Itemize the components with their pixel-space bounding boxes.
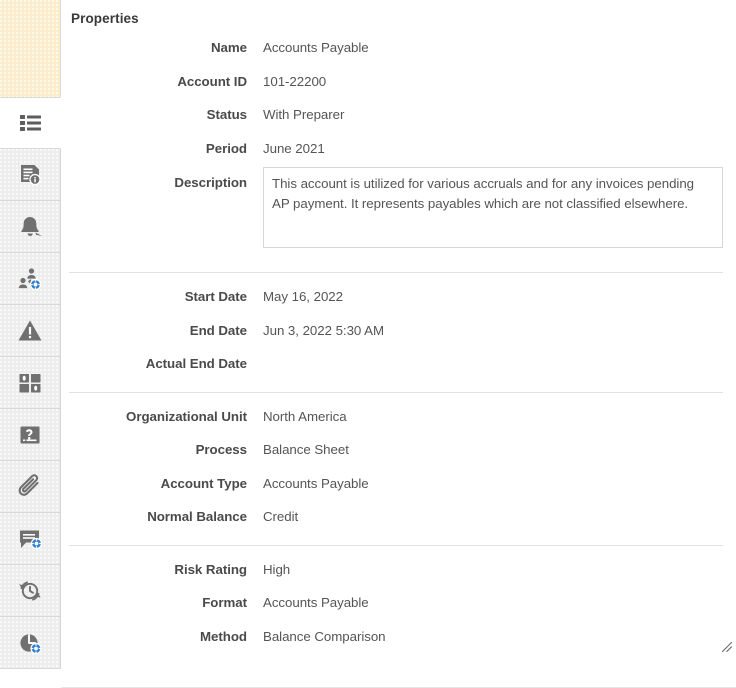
field-row-name: Name Accounts Payable [61,33,736,67]
field-value: North America [263,408,347,424]
comment-add-icon [15,524,45,554]
sidebar-tab-history[interactable] [0,565,61,617]
field-label: Description [174,175,247,190]
field-label: Name [210,40,247,55]
field-row-normal-balance: Normal Balance Credit [61,502,736,536]
field-label: Account Type [160,475,247,491]
sidebar-tab-properties[interactable] [0,97,61,149]
field-label: Start Date [184,289,247,304]
field-value: Credit [263,509,299,524]
section-risk: Risk Rating High Format Accounts Payable… [61,555,736,656]
field-row-organizational-unit: Organizational Unit North America [61,402,736,436]
sidebar-tab-warnings[interactable] [0,305,61,357]
sidebar-tab-workflow[interactable] [0,253,61,305]
sidebar-tab-instructions[interactable] [0,149,61,201]
field-label: Organizational Unit [126,408,247,424]
field-label: Format [202,595,247,610]
field-label: Risk Rating [174,561,247,577]
clock-refresh-icon [15,576,45,606]
section-divider [69,544,723,546]
field-row-process: Process Balance Sheet [61,435,736,469]
page-title: Properties [71,11,139,26]
paperclip-icon [15,472,45,502]
field-row-account-id: Account ID 101-22200 [61,67,736,101]
rail-banner [0,0,61,97]
sidebar-tab-schedule[interactable] [0,617,61,669]
field-row-format: Format Accounts Payable [61,588,736,622]
left-icon-rail [0,0,61,688]
field-value: 101-22200 [263,73,327,89]
field-row-end-date: End Date Jun 3, 2022 5:30 AM [61,316,736,350]
warning-triangle-icon [15,316,45,346]
list-icon [15,108,45,138]
field-row-status: Status With Preparer [61,100,736,134]
description-textarea[interactable]: This account is utilized for various acc… [263,167,723,248]
field-value: Balance Sheet [263,442,349,457]
rail-tab-list [0,97,61,669]
section-divider [69,391,723,393]
sidebar-tab-comments[interactable] [0,513,61,565]
sidebar-tab-attachments[interactable] [0,461,61,513]
pie-clock-icon [15,628,45,658]
field-row-description: Description This account is utilized for… [61,167,736,653]
properties-content: Properties Name Accounts Payable Account… [61,0,736,688]
field-label: Period [205,140,247,156]
field-label: Method [200,628,247,644]
field-label: Normal Balance [147,509,247,524]
field-value: Accounts Payable [263,40,369,55]
users-workflow-icon [15,264,45,294]
field-value: Jun 3, 2022 5:30 AM [263,322,385,338]
field-label: Status [206,107,247,122]
field-value: Accounts Payable [263,475,369,491]
section-dates: Start Date May 16, 2022 End Date Jun 3, … [61,282,736,383]
properties-form: Name Accounts Payable Account ID 101-222… [61,33,736,655]
field-row-account-type: Account Type Accounts Payable [61,469,736,503]
bell-icon [15,212,45,242]
section-classification: Organizational Unit North America Proces… [61,402,736,536]
field-value: Balance Comparison [263,628,386,644]
field-label: End Date [189,322,247,338]
sidebar-tab-questions[interactable] [0,409,61,461]
field-value: High [263,561,291,577]
field-label: Actual End Date [145,356,247,371]
sidebar-tab-alerts[interactable] [0,201,61,253]
field-label: Account ID [177,73,247,89]
grid-panels-icon [15,368,45,398]
field-value [247,349,736,356]
section-general: Name Accounts Payable Account ID 101-222… [61,33,736,653]
description-field-wrap: This account is utilized for various acc… [247,167,736,653]
field-row-risk-rating: Risk Rating High [61,555,736,589]
section-divider [69,272,723,273]
properties-panel: Properties Name Accounts Payable Account… [0,0,736,688]
field-row-period: Period June 2021 [61,134,736,168]
field-row-actual-end-date: Actual End Date [61,349,736,383]
field-row-method: Method Balance Comparison [61,622,736,656]
sidebar-tab-viewers[interactable] [0,357,61,409]
document-info-icon [15,160,45,190]
field-value: Accounts Payable [263,595,369,610]
question-card-icon [15,420,45,450]
field-value: June 2021 [263,140,325,156]
field-row-start-date: Start Date May 16, 2022 [61,282,736,316]
field-label: Process [195,442,247,457]
field-value: With Preparer [263,107,345,122]
field-value: May 16, 2022 [263,289,343,304]
